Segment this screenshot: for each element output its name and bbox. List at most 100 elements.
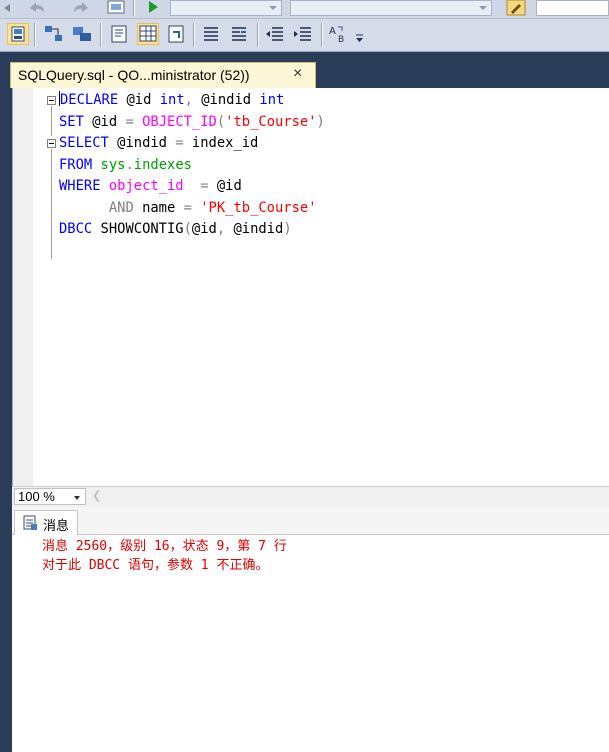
code-token: AND xyxy=(108,199,134,216)
code-token: DECLARE xyxy=(60,92,119,108)
code-token: 'PK_tb_Course' xyxy=(200,199,317,216)
tab-messages-label: 消息 xyxy=(43,519,70,534)
code-token: SHOWCONTIG xyxy=(92,221,184,237)
code-token: FROM xyxy=(59,156,93,173)
undo-icon[interactable] xyxy=(26,0,48,16)
results-to-text-icon xyxy=(111,25,127,43)
results-to-grid-button[interactable] xyxy=(137,23,159,45)
comment-icon xyxy=(204,27,218,41)
search-box[interactable] xyxy=(536,0,609,16)
code-token: . xyxy=(125,156,134,173)
specify-values-icon xyxy=(73,27,91,41)
code-token: 'tb_Course' xyxy=(225,113,317,130)
code-token: ( xyxy=(183,221,192,237)
results-to-file-button[interactable] xyxy=(165,23,187,45)
uncomment-button[interactable] xyxy=(228,23,250,45)
chevron-down-icon[interactable] xyxy=(355,33,364,43)
execute-icon[interactable] xyxy=(146,0,160,14)
uncomment-icon xyxy=(232,27,246,41)
code-token: int xyxy=(259,92,285,108)
collapse-icon[interactable] xyxy=(47,139,56,148)
database-combo[interactable] xyxy=(170,0,282,16)
code-token: , xyxy=(216,221,234,237)
design-query-button[interactable] xyxy=(43,23,65,45)
decrease-indent-button[interactable] xyxy=(264,23,286,45)
svg-text:B: B xyxy=(338,35,344,45)
increase-indent-button[interactable] xyxy=(292,23,314,45)
increase-indent-icon xyxy=(294,27,311,41)
code-token: , xyxy=(184,92,202,108)
code-line: AND name = 'PK_tb_Course' xyxy=(59,198,317,219)
chevron-down-icon xyxy=(269,6,277,10)
document-tab[interactable]: SQLQuery.sql - QO...ministrator (52)) × xyxy=(10,62,316,88)
object-combo[interactable] xyxy=(290,0,492,16)
code-token: name xyxy=(133,199,184,216)
code-token: SET xyxy=(59,113,84,130)
code-line: WHERE object_id = @id xyxy=(59,176,242,197)
specify-template-button[interactable]: AB xyxy=(328,23,350,45)
toolbar-separator xyxy=(321,23,323,47)
code-token: @id xyxy=(83,113,126,130)
code-token: WHERE xyxy=(59,178,101,194)
code-line: SET @id = OBJECT_ID('tb_Course') xyxy=(59,112,325,133)
sql-editor-toolbar: AB xyxy=(0,19,609,52)
code-token: @indid xyxy=(201,92,260,108)
code-token: object_id xyxy=(108,178,184,194)
document-tab-strip: SQLQuery.sql - QO...ministrator (52)) × xyxy=(0,52,609,88)
code-token: SELECT xyxy=(59,135,109,151)
code-token: @id xyxy=(191,221,217,237)
messages-icon xyxy=(23,515,37,530)
selection-margin xyxy=(13,88,33,486)
document-tab-title: SQLQuery.sql - QO...ministrator (52)) xyxy=(18,67,250,83)
code-token: ) xyxy=(283,221,292,237)
save-results-button[interactable] xyxy=(7,23,29,45)
results-tab-bar: 消息 xyxy=(12,507,609,535)
collapse-icon[interactable] xyxy=(47,96,56,105)
query-editor[interactable]: DECLARE @id int, @indid int SET @id = OBJ… xyxy=(12,88,609,486)
standard-toolbar xyxy=(0,0,609,19)
close-icon[interactable]: × xyxy=(293,65,302,83)
toolbar-separator xyxy=(193,23,195,47)
zoom-select[interactable]: 100 % xyxy=(14,488,86,505)
code-token: @id xyxy=(118,92,160,108)
results-to-text-button[interactable] xyxy=(108,23,130,45)
toolbar-separator xyxy=(100,23,102,47)
code-token: = xyxy=(175,135,184,151)
comment-button[interactable] xyxy=(200,23,222,45)
toolbar-separator xyxy=(34,23,36,47)
decrease-indent-icon xyxy=(266,27,283,41)
scroll-left-arrow-icon[interactable] xyxy=(1,2,13,14)
results-to-file-icon xyxy=(168,25,184,43)
code-token: = xyxy=(200,178,209,194)
scroll-left-icon[interactable]: ❮ xyxy=(92,489,101,502)
specify-values-button[interactable] xyxy=(71,23,93,45)
code-token: @id xyxy=(208,178,242,194)
code-token: sys xyxy=(100,156,126,173)
code-token: = xyxy=(183,199,192,216)
error-message-line: 消息 2560，级别 16，状态 9，第 7 行 xyxy=(42,539,287,554)
code-token: index_id xyxy=(183,135,259,151)
code-token: DBCC xyxy=(59,221,93,237)
code-token: = xyxy=(125,113,134,130)
chevron-down-icon xyxy=(74,496,80,500)
pencil-icon[interactable] xyxy=(506,0,526,16)
tab-messages[interactable]: 消息 xyxy=(14,510,78,535)
toolbar-separator xyxy=(133,0,135,16)
toolbar-separator xyxy=(257,23,259,47)
results-to-grid-icon xyxy=(139,25,157,42)
code-token: OBJECT_ID xyxy=(142,113,217,130)
code-token: ( xyxy=(216,113,226,130)
redo-icon[interactable] xyxy=(70,0,92,16)
svg-text:A: A xyxy=(329,26,336,37)
display-plan-icon[interactable] xyxy=(106,0,126,16)
code-line: DECLARE @id int, @indid int xyxy=(59,90,284,111)
error-message-line: 对于此 DBCC 语句，参数 1 不正确。 xyxy=(42,558,269,573)
design-query-icon xyxy=(45,26,62,41)
save-results-icon xyxy=(11,26,25,42)
code-token: ) xyxy=(316,113,325,130)
code-token: int xyxy=(159,92,185,108)
